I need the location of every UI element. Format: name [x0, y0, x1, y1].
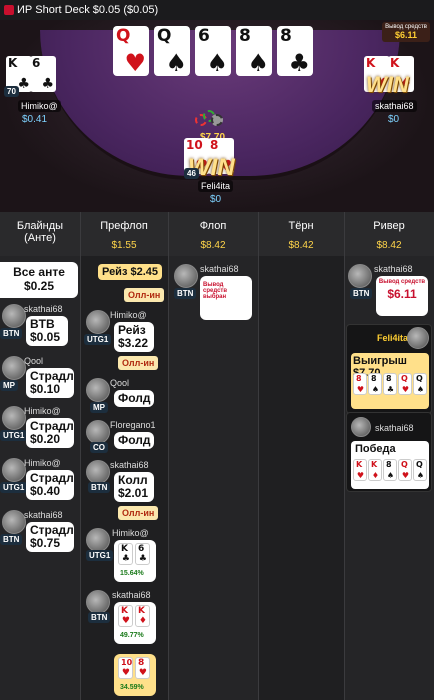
- blind-entry-4: Страдл $0.40: [26, 470, 74, 500]
- bottom-player-stack: $0: [210, 194, 222, 205]
- right-player-name: skathai68: [372, 100, 417, 112]
- avatar: [2, 510, 26, 534]
- victory-box: Победа K ♥ K ♦ 8 ♠ Q ♥ Q ♠: [351, 441, 429, 489]
- right-player-win-badge: WIN: [366, 72, 409, 97]
- board-card-3: 6 ♠: [195, 26, 231, 76]
- board-card-5: 8 ♣: [277, 26, 313, 76]
- avatar: [86, 590, 110, 614]
- hand-history: Блайнды (Анте) Префлоп $1.55 Флоп $8.42 …: [0, 212, 434, 700]
- avatar: [86, 310, 110, 334]
- avatar: [86, 420, 110, 444]
- blind-entry-5: Страдл $0.75: [26, 522, 74, 552]
- left-player-name: Himiko@: [18, 100, 61, 112]
- column-header-preflop: Префлоп $1.55: [100, 220, 148, 251]
- river-victory-panel: skathai68 Победа K ♥ K ♦ 8 ♠ Q ♥ Q ♠: [346, 412, 432, 492]
- avatar: [2, 458, 26, 482]
- avatar: [86, 460, 110, 484]
- bottom-player-level: 46: [184, 168, 199, 179]
- left-player-stack: $0.41: [22, 114, 48, 125]
- preflop-entry-4: Колл $2.01: [114, 472, 154, 502]
- app-icon: [4, 5, 14, 15]
- column-header-turn: Тёрн $8.42: [288, 220, 314, 251]
- column-header-flop: Флоп $8.42: [199, 220, 227, 251]
- avatar: [2, 304, 26, 328]
- column-flop: [168, 256, 258, 700]
- preflop-allin-2: Олл-ин: [118, 356, 159, 370]
- withdraw-notice[interactable]: Вывод средств $6.11: [382, 22, 430, 42]
- river-winner-panel: Feli4ita Выигрыш $7.70 8 ♥ 8 ♠ 8 ♣ Q ♥ Q ♠: [346, 324, 432, 414]
- river-withdraw-box: Вывод средств $6.11: [376, 276, 428, 316]
- avatar: [407, 327, 429, 349]
- showdown-hand-2: K ♥ K ♦ 49.77%: [114, 602, 156, 644]
- avatar: [86, 528, 110, 552]
- avatar: [351, 417, 371, 437]
- column-turn: [258, 256, 344, 700]
- preflop-entry-1: Рейз $3.22: [114, 322, 154, 352]
- blind-entry-1: BTB $0.05: [26, 316, 68, 346]
- preflop-entry-2: Фолд: [114, 390, 154, 407]
- bottom-player-name: Feli4ita: [198, 180, 234, 192]
- preflop-entry-3: Фолд: [114, 432, 154, 449]
- board-card-4: 8 ♠: [236, 26, 272, 76]
- pot-chips-icon: [195, 110, 231, 130]
- left-player-level: 70: [4, 86, 19, 97]
- column-header-river: Ривер $8.42: [373, 220, 405, 251]
- all-ante-box: Все анте $0.25: [0, 262, 78, 298]
- showdown-hand-3: 10 ♥ 8 ♥ 34.59%: [114, 654, 156, 696]
- board-card-2: Q ♠: [154, 26, 190, 76]
- poker-table: Вывод средств $6.11 Q♥ Q♠ 6♠ 8♠ 8♣ $7.70…: [0, 20, 434, 212]
- avatar: [86, 378, 110, 402]
- avatar: [348, 264, 372, 288]
- left-player-card-2: 6 ♣: [30, 56, 56, 92]
- avatar: [174, 264, 198, 288]
- avatar: [2, 356, 26, 380]
- board-card-1: Q ♥: [113, 26, 149, 76]
- preflop-raise-label: Рейз $2.45: [98, 264, 162, 280]
- window-title-bar: ИР Short Deck $0.05 ($0.05): [0, 0, 434, 20]
- window-title: ИР Short Deck $0.05 ($0.05): [17, 4, 159, 16]
- flop-withdraw-note: Вывод средств выбран: [200, 276, 252, 320]
- right-player-stack: $0: [388, 114, 400, 125]
- preflop-allin-3: Олл-ин: [118, 506, 159, 520]
- blind-entry-2: Страдл $0.10: [26, 368, 74, 398]
- winner-box: Выигрыш $7.70 8 ♥ 8 ♠ 8 ♣ Q ♥ Q ♠: [351, 353, 429, 409]
- avatar: [2, 406, 26, 430]
- blind-entry-3: Страдл $0.20: [26, 418, 74, 448]
- column-header-blinds: Блайнды (Анте): [16, 220, 64, 244]
- showdown-hand-1: K ♣ 6 ♣ 15.64%: [114, 540, 156, 582]
- preflop-allin-1: Олл-ин: [124, 288, 165, 302]
